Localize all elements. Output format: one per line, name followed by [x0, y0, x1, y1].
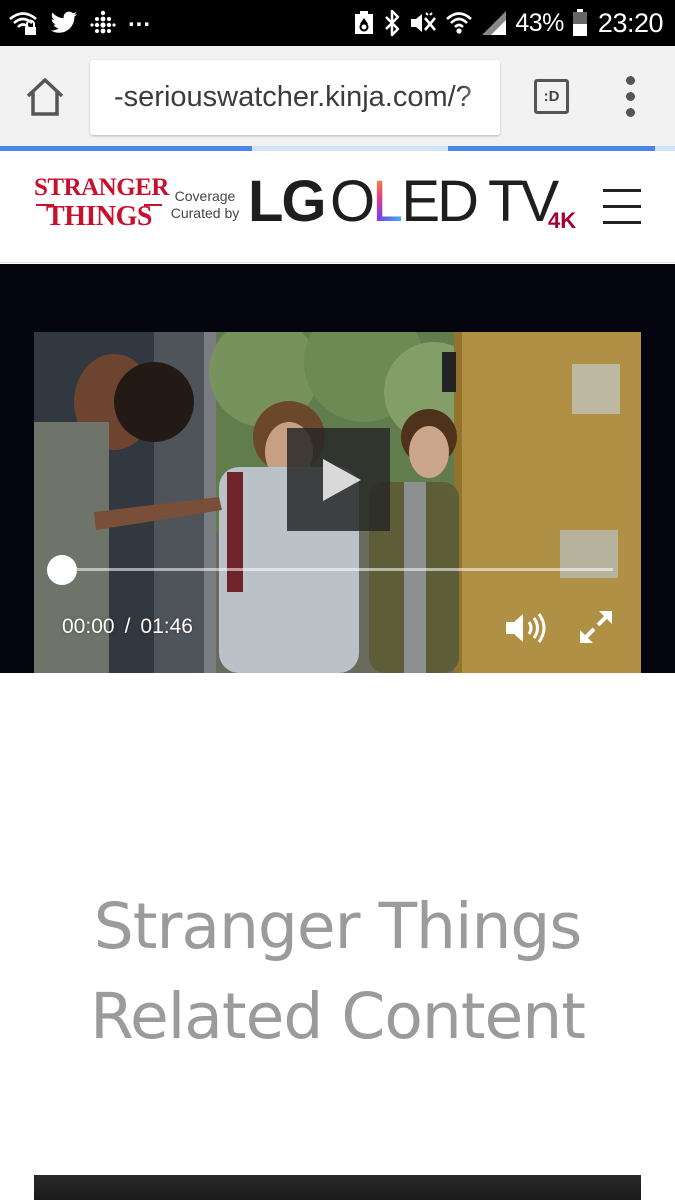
fullscreen-button[interactable]: [578, 609, 614, 645]
wifi-icon: [445, 10, 473, 36]
volume-icon: [506, 613, 546, 643]
status-overflow-text: ...: [128, 5, 152, 32]
browser-toolbar: -seriouswatcher.kinja.com/? :D: [0, 46, 675, 148]
fullscreen-icon: [580, 611, 612, 643]
status-bar: ... 43% 23:20: [0, 0, 675, 46]
4k-label: 4K: [548, 208, 577, 233]
video-section: 00:00/01:46: [0, 264, 675, 673]
time-display: 00:00/01:46: [62, 615, 193, 638]
status-bar-system: 43% 23:20: [353, 7, 664, 38]
tabs-button[interactable]: :D: [534, 79, 569, 114]
stranger-things-logo[interactable]: STRANGER THINGS: [34, 174, 169, 239]
fitbit-icon: [90, 10, 116, 36]
overflow-menu-button[interactable]: [618, 76, 644, 118]
tabs-icon: :D: [543, 88, 560, 105]
url-bar[interactable]: -seriouswatcher.kinja.com/?: [90, 60, 500, 135]
video-player[interactable]: 00:00/01:46: [34, 332, 641, 673]
mute-icon: [409, 10, 437, 36]
related-content-heading: Stranger Things Related Content: [0, 882, 675, 1062]
seek-bar[interactable]: [62, 568, 613, 571]
seek-handle[interactable]: [47, 555, 77, 585]
bluetooth-icon: [383, 9, 401, 37]
show-logo-line2: THINGS: [46, 201, 152, 232]
twitter-icon: [50, 11, 78, 35]
duration: 01:46: [140, 615, 193, 638]
signal-icon: [481, 10, 507, 36]
overflow-menu-icon: [626, 76, 635, 85]
battery-icon: [572, 9, 588, 37]
lg-logo[interactable]: LG: [248, 173, 327, 231]
hamburger-menu-button[interactable]: [603, 189, 641, 225]
battery-percent: 43%: [515, 8, 564, 37]
url-text[interactable]: -seriouswatcher.kinja.com/?: [114, 81, 472, 114]
site-header: STRANGER THINGS Coverage Curated by LG O…: [0, 151, 675, 263]
curated-by-label: Coverage Curated by: [170, 188, 240, 221]
home-icon: [26, 78, 64, 116]
status-time: 23:20: [597, 7, 664, 38]
home-button[interactable]: [22, 76, 68, 120]
related-title-line1: Stranger Things: [93, 890, 582, 963]
show-logo-line1: STRANGER: [34, 174, 169, 201]
recycle-icon: [353, 10, 375, 36]
wifi-lock-icon: [8, 10, 38, 36]
play-button[interactable]: [287, 428, 390, 531]
current-time: 00:00: [62, 615, 115, 638]
volume-button[interactable]: [504, 611, 548, 645]
play-icon: [323, 459, 361, 501]
related-title-line2: Related Content: [90, 980, 586, 1053]
oled-tv-logo[interactable]: O L ED TV: [330, 173, 559, 231]
hamburger-menu-icon: [603, 189, 641, 192]
status-bar-notifications: ...: [8, 5, 152, 38]
related-video-thumbnail[interactable]: [34, 1175, 641, 1200]
